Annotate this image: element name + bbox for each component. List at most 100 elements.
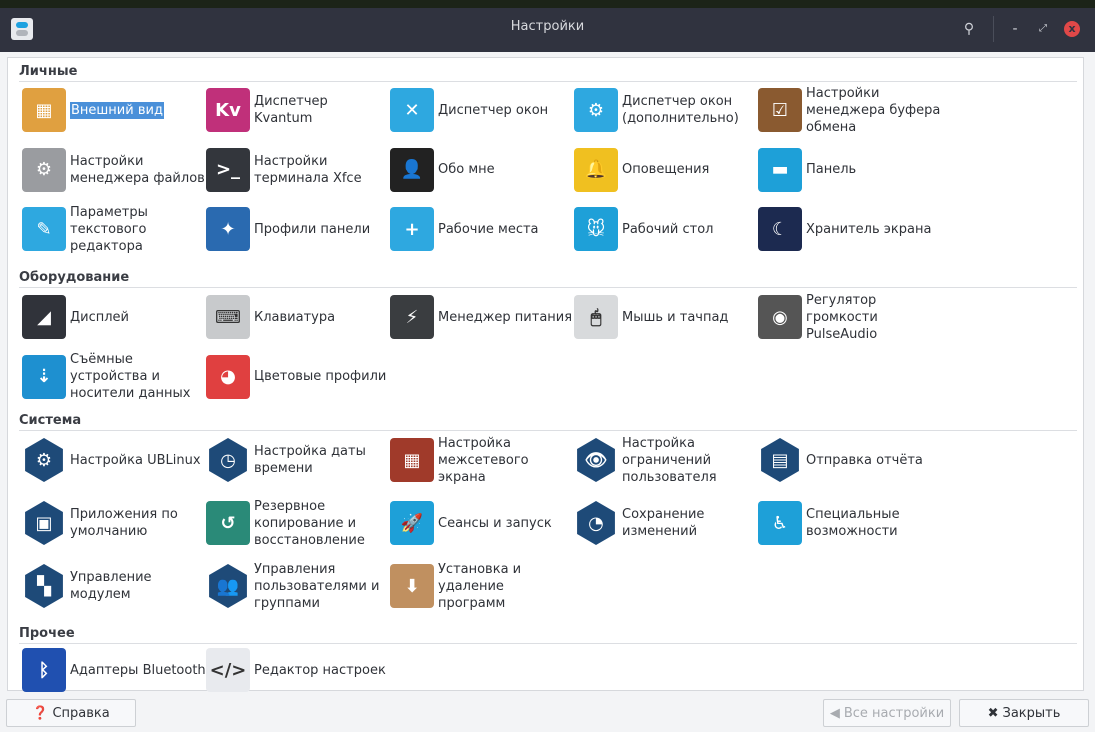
minimize-button[interactable]: - xyxy=(1004,18,1026,40)
settings-item-label: Резервное копирование и восстановление xyxy=(254,498,365,548)
settings-item-label: Менеджер питания xyxy=(438,309,573,325)
settings-item[interactable]: ◢ Дисплей xyxy=(22,288,206,346)
settings-item[interactable]: ⚙ Диспетчер окон (дополнительно) xyxy=(574,81,758,139)
sessions-rocket-icon: 🚀 xyxy=(390,501,434,545)
help-button[interactable]: ❓ Справка xyxy=(6,699,136,727)
settings-item[interactable]: ⌨ Клавиатура xyxy=(206,288,390,346)
settings-item[interactable]: ᛒ Адаптеры Bluetooth xyxy=(22,641,206,699)
settings-item-label: Настройка даты времени xyxy=(254,444,366,476)
keyboard-icon: ⌨ xyxy=(206,295,250,339)
settings-item[interactable]: </> Редактор настроек xyxy=(206,641,390,699)
settings-item[interactable]: >_ Настройки терминала Xfce xyxy=(206,141,390,199)
date-time-icon: ◷ xyxy=(209,438,247,482)
modules-icon: ▚ xyxy=(25,564,63,608)
title-bar: Настройки ⚲ - ⤢ x xyxy=(0,8,1095,52)
settings-item[interactable]: ✦ Профили панели xyxy=(206,200,390,258)
settings-item-label: Цветовые профили xyxy=(254,369,387,384)
settings-item[interactable]: ↺ Резервное копирование и восстановление xyxy=(206,494,390,552)
all-settings-button[interactable]: ◀ Все настройки xyxy=(823,699,951,727)
settings-item-label: Мышь и тачпад xyxy=(622,309,729,325)
settings-item-label: Диспетчер окон (дополнительно) xyxy=(622,94,739,126)
settings-item[interactable]: ⬇ Установка и удаление программ xyxy=(390,557,574,615)
settings-item-label: Сохранение изменений xyxy=(622,507,705,539)
settings-item[interactable]: 👤 Обо мне xyxy=(390,141,574,199)
section-header: Оборудование xyxy=(19,270,1077,288)
panel-icon: ▬ xyxy=(758,147,802,192)
settings-item-label: Адаптеры Bluetooth xyxy=(70,662,206,678)
settings-item-label: Хранитель экрана xyxy=(806,221,932,237)
settings-item-label: Рабочий стол xyxy=(622,221,714,237)
window-manager-tweaks-icon: ⚙ xyxy=(574,88,618,132)
settings-item[interactable]: Kv Диспетчер Kvantum xyxy=(206,81,390,139)
settings-item[interactable]: + Рабочие места xyxy=(390,200,574,258)
backup-icon: ↺ xyxy=(206,501,250,545)
appearance-icon: ▦ xyxy=(22,88,66,132)
settings-item[interactable]: ♿ Специальные возможности xyxy=(758,494,942,552)
settings-item[interactable]: 🔔 Оповещения xyxy=(574,141,758,199)
settings-item[interactable]: ⚡ Менеджер питания xyxy=(390,288,574,346)
settings-item[interactable]: ◷ Настройка даты времени xyxy=(206,431,390,489)
close-label: Закрыть xyxy=(1002,705,1061,721)
settings-item[interactable]: ▣ Приложения по умолчанию xyxy=(22,494,206,552)
settings-item[interactable]: ⚙ Настройки менеджера файлов xyxy=(22,141,206,199)
settings-item-label: Настройка межсетевого экрана xyxy=(438,435,529,485)
settings-item[interactable]: ▬ Панель xyxy=(758,141,942,199)
settings-item[interactable]: 🖱 Мышь и тачпад xyxy=(574,288,758,346)
settings-item[interactable]: 👁 Настройка ограничений пользователя xyxy=(574,431,758,489)
close-button[interactable]: ✖ Закрыть xyxy=(959,699,1089,727)
all-settings-label: Все настройки xyxy=(843,705,945,721)
settings-item[interactable]: ⇣ Съёмные устройства и носители данных xyxy=(22,348,206,406)
settings-item-label: Оповещения xyxy=(622,162,710,177)
settings-item[interactable]: ⚙ Настройка UBLinux xyxy=(22,431,206,489)
settings-item-label: Настройки терминала Xfce xyxy=(254,153,362,186)
settings-item[interactable]: 🐭 Рабочий стол xyxy=(574,200,758,258)
section-header: Система xyxy=(19,413,1077,431)
send-report-icon: ▤ xyxy=(761,438,799,482)
settings-item[interactable]: 🚀 Сеансы и запуск xyxy=(390,494,574,552)
settings-item-label: Приложения по умолчанию xyxy=(70,507,178,539)
usb-drive-icon: ⇣ xyxy=(22,354,66,399)
settings-item-label: Настройка ограничений пользователя xyxy=(622,435,717,485)
default-apps-icon: ▣ xyxy=(25,501,63,545)
maximize-button[interactable]: ⤢ xyxy=(1032,18,1054,40)
battery-icon: ⚡ xyxy=(390,295,434,339)
speaker-icon: ◉ xyxy=(758,295,802,339)
close-window-button[interactable]: x xyxy=(1064,21,1080,37)
settings-item[interactable]: ◉ Регулятор громкости PulseAudio xyxy=(758,288,942,346)
terminal-icon: >_ xyxy=(206,147,250,192)
settings-item[interactable]: ◔ Сохранение изменений xyxy=(574,494,758,552)
settings-item-label: Клавиатура xyxy=(254,309,336,325)
settings-item[interactable]: ▚ Управление модулем xyxy=(22,557,206,615)
settings-item[interactable]: ▤ Отправка отчёта xyxy=(758,431,942,489)
users-groups-icon: 👥 xyxy=(209,564,247,608)
settings-item[interactable]: ▦ Настройка межсетевого экрана xyxy=(390,431,574,489)
notifications-bell-icon: 🔔 xyxy=(574,147,618,192)
kvantum-icon: Kv xyxy=(206,88,250,132)
text-editor-icon: ✎ xyxy=(22,207,66,251)
settings-item-label: Обо мне xyxy=(438,162,495,177)
settings-item-label: Редактор настроек xyxy=(254,662,386,678)
settings-item[interactable]: ☑ Настройки менеджера буфера обмена xyxy=(758,81,942,139)
settings-item[interactable]: ▦ Внешний вид xyxy=(22,81,206,139)
settings-item-label: Диспетчер окон xyxy=(438,102,549,118)
settings-item[interactable]: ◕ Цветовые профили xyxy=(206,348,390,406)
settings-item[interactable]: ✕ Диспетчер окон xyxy=(390,81,574,139)
display-icon: ◢ xyxy=(22,295,66,339)
search-icon[interactable]: ⚲ xyxy=(958,18,980,40)
user-restrictions-icon: 👁 xyxy=(577,438,615,482)
settings-item[interactable]: 👥 Управления пользователями и группами xyxy=(206,557,390,615)
settings-item-label: Профили панели xyxy=(254,221,371,237)
help-icon: ❓ xyxy=(32,705,49,721)
settings-item-label: Настройки менеджера буфера обмена xyxy=(806,85,941,135)
mouse-icon: 🖱 xyxy=(574,295,618,339)
settings-item-label: Установка и удаление программ xyxy=(438,561,522,611)
settings-item-label: Специальные возможности xyxy=(806,507,900,539)
file-manager-icon: ⚙ xyxy=(22,147,66,192)
panel-profiles-icon: ✦ xyxy=(206,207,250,251)
settings-item[interactable]: ✎ Параметры текстового редактора xyxy=(22,200,206,258)
window-title: Настройки xyxy=(510,19,585,34)
settings-item-label: Управления пользователями и группами xyxy=(254,561,380,611)
settings-item-label: Сеансы и запуск xyxy=(438,515,552,531)
settings-item-label: Дисплей xyxy=(70,309,130,325)
settings-item[interactable]: ☾ Хранитель экрана xyxy=(758,200,942,258)
